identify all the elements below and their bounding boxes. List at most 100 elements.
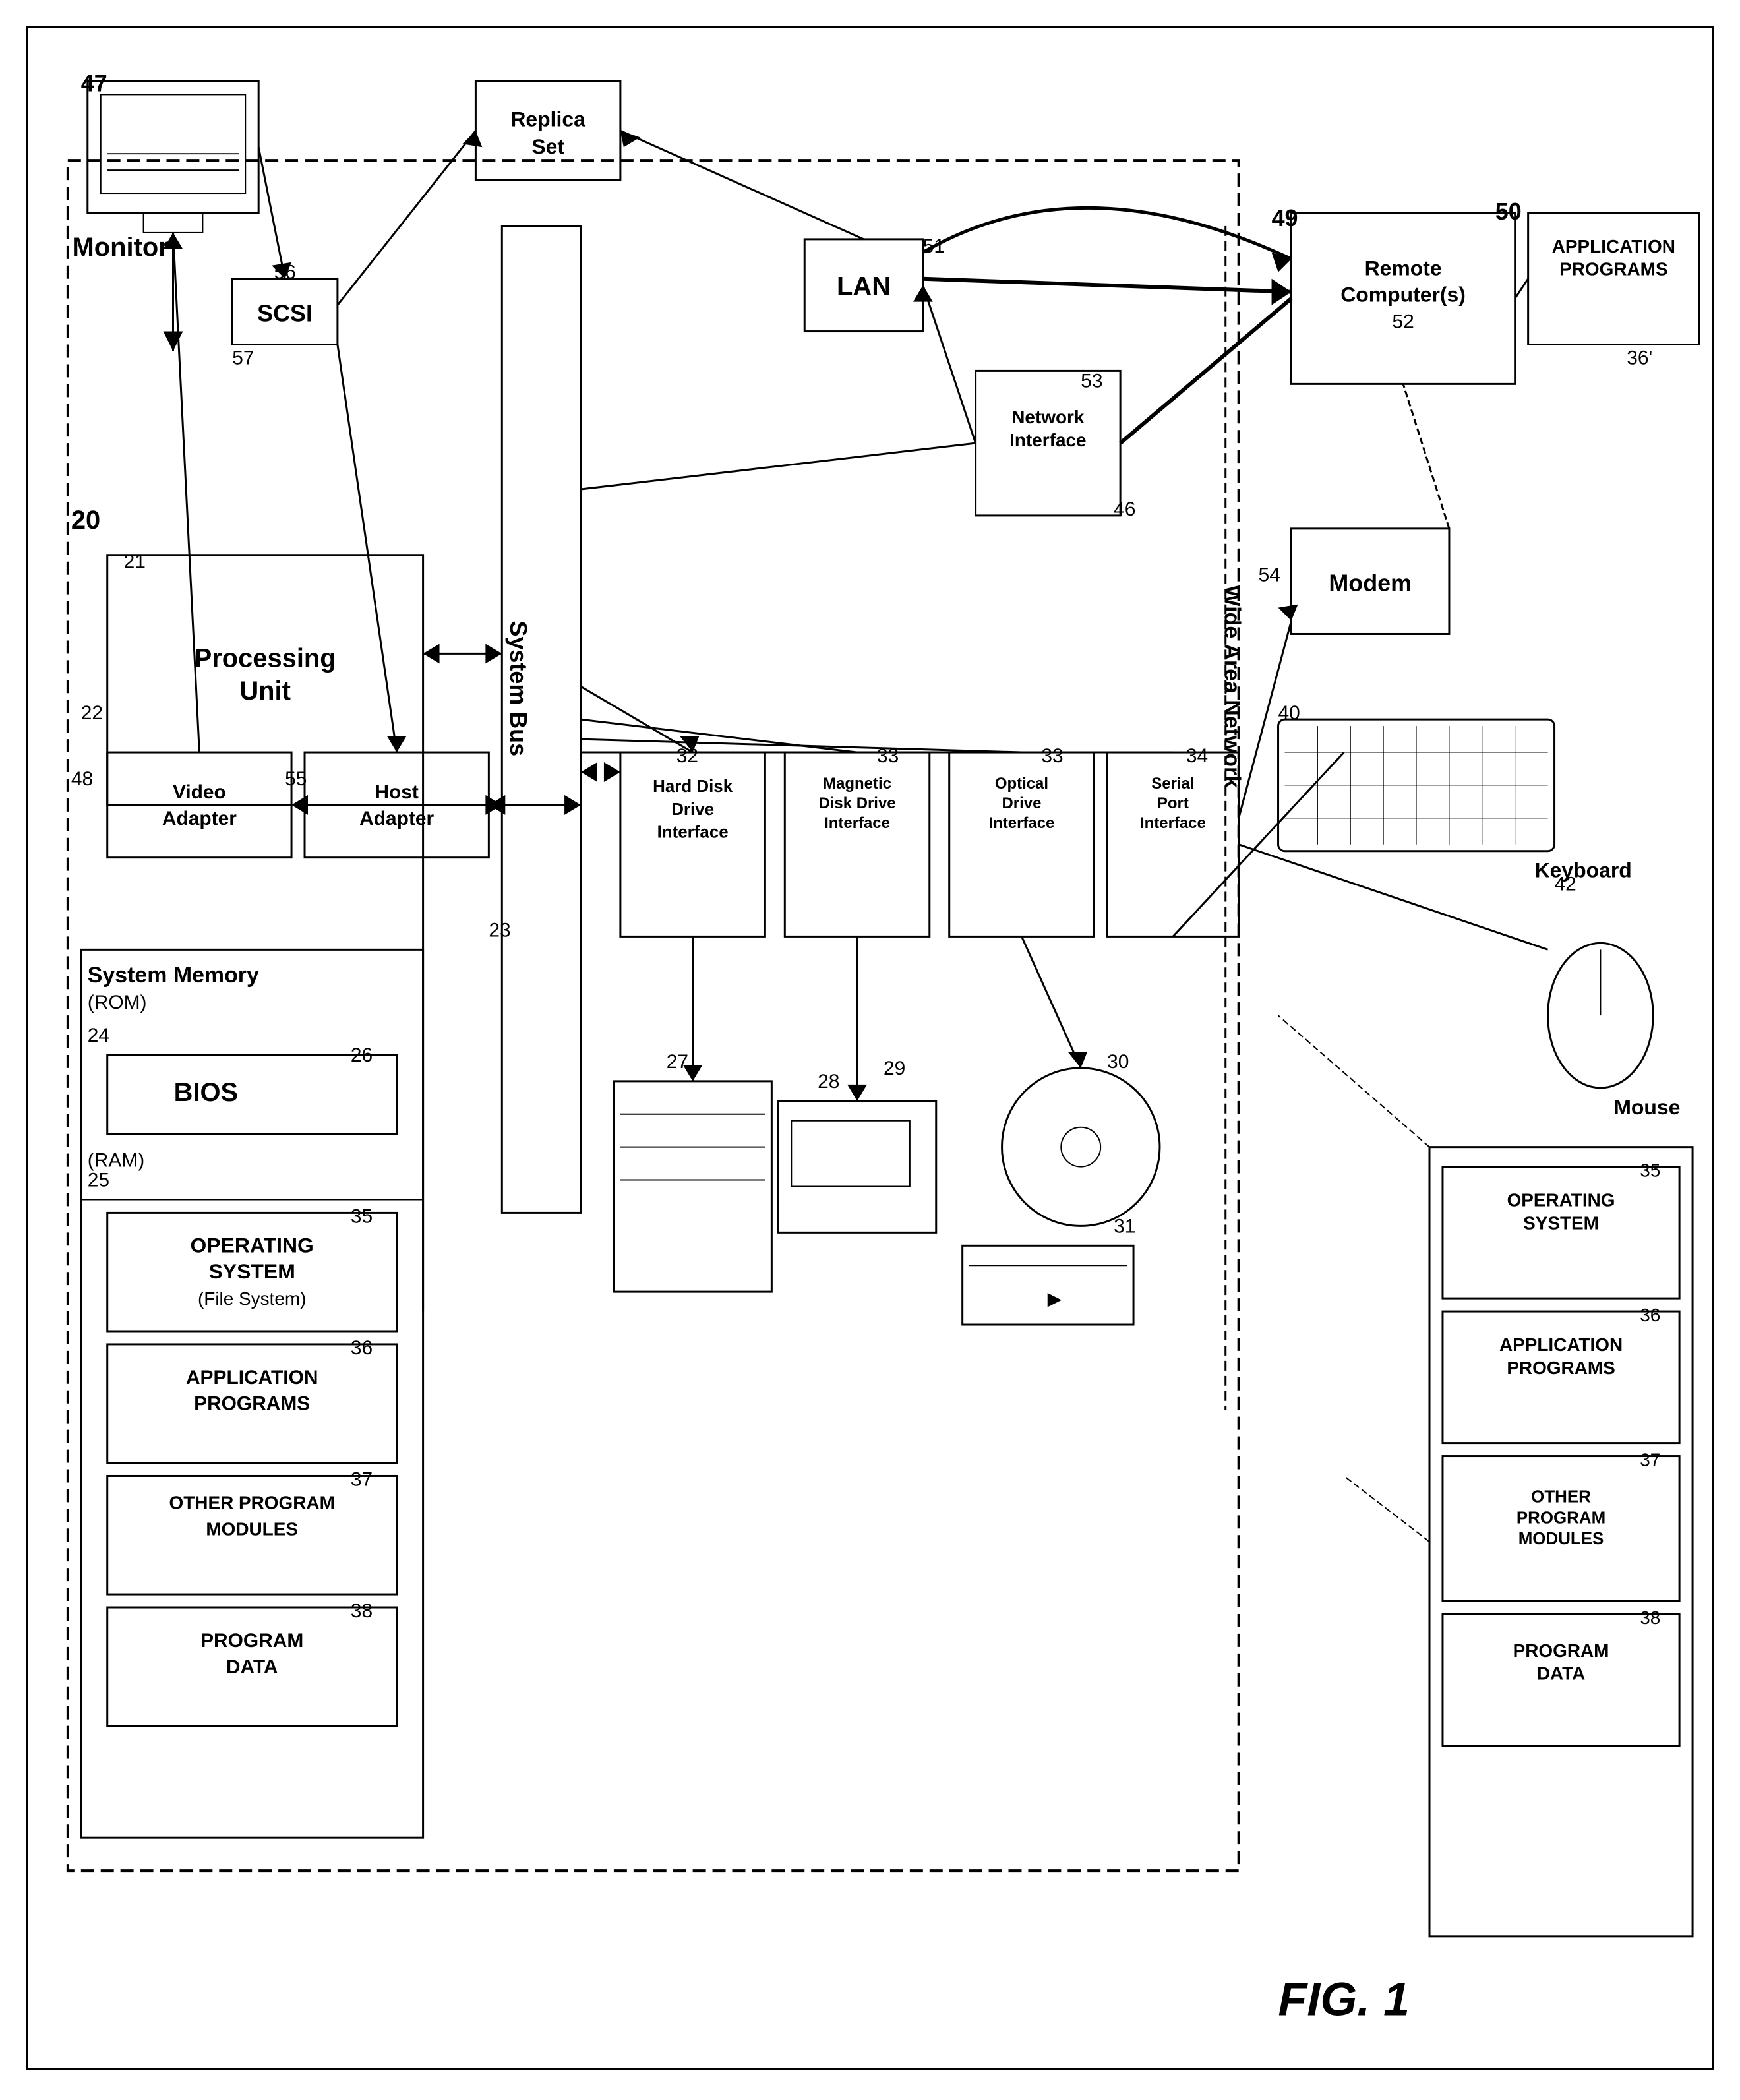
wan-label: Wide Area Network [1220,585,1245,789]
net-to-remote-line [1120,299,1291,443]
hdd-bus-arrowhead [604,762,620,782]
video-to-monitor-line [173,233,199,752]
floppy-inner [791,1121,910,1187]
serial-modem-arrow [1278,605,1298,621]
ref-33b: 33 [1041,745,1063,767]
video-adapter-label-2: Adapter [162,808,237,829]
remote-label-1: Remote [1365,256,1442,280]
video-bus-arrow-l [291,795,308,815]
right-app-label-2: PROGRAMS [1507,1358,1615,1378]
optical-label-3: Interface [989,814,1055,832]
bus-to-opt-line [581,739,1021,752]
ref-55: 55 [285,768,307,790]
os-label-1: OPERATING [191,1233,314,1257]
lan-replica-arrow [620,131,640,147]
ref-31: 31 [1114,1215,1135,1237]
right-optical-dashed [1344,1476,1429,1542]
processing-unit-label-2: Unit [239,676,291,705]
system-bus-label: System Bus [505,621,532,757]
magnetic-label-2: Disk Drive [818,795,895,812]
network-label-2: Interface [1009,430,1086,450]
optical-disc-inner [1061,1127,1100,1167]
os-label-3: (File System) [198,1288,306,1309]
ref-50: 50 [1495,198,1522,225]
replica-set-label-2: Set [531,135,564,158]
keyboard-label: Keyboard [1535,858,1632,882]
optical-drive-label: ▶ [1048,1288,1062,1309]
right-app-label-1: APPLICATION [1499,1335,1623,1355]
app-label-2: PROGRAMS [194,1393,310,1415]
ref-46: 46 [1114,498,1135,520]
ref-36prime: 36' [1627,347,1652,369]
pu-bus-arrow-l [423,644,440,663]
app-label-1: APPLICATION [186,1367,318,1389]
ref-37a: 37 [351,1468,373,1490]
other-label-2: MODULES [206,1518,298,1539]
serial-to-keyboard-line [1173,752,1344,936]
magnetic-label-1: Magnetic [823,775,891,793]
processing-unit-label-1: Processing [195,644,336,673]
system-memory-rom: (ROM) [88,992,147,1013]
bus-to-network-line [581,443,976,489]
bus-to-mag-line [581,719,857,752]
serial-label-2: Port [1157,795,1189,812]
monitor-to-scsi [258,147,285,279]
ref-28: 28 [818,1071,839,1093]
ref-25: 25 [88,1170,109,1191]
optical-disc-outer [1002,1068,1160,1226]
app-remote-label-1: APPLICATION [1552,236,1675,256]
ref-57: 57 [232,347,254,369]
diagram-container: FIG. 1 20 System Memory (ROM) 24 BIOS 26… [26,26,1714,2070]
hdd-label-2: Drive [671,800,714,819]
right-other-label-3: MODULES [1518,1530,1604,1548]
ref-20: 20 [71,506,100,535]
monitor-label: Monitor [73,233,169,262]
optical-drive-box [963,1245,1133,1325]
right-ref-36: 36 [1640,1305,1660,1325]
prog-data-label-2: DATA [226,1656,278,1678]
bios-box [107,1055,397,1134]
host-bus-arrow-r [564,795,581,815]
pu-bus-arrow-r [485,644,502,663]
ref-53: 53 [1081,370,1102,392]
network-to-lan-line [923,285,976,443]
ram-label: (RAM) [88,1150,144,1172]
monitor-arrow [164,332,183,351]
magnetic-label-3: Interface [824,814,890,832]
ref-38a: 38 [351,1600,373,1622]
modem-to-remote-line [1403,384,1449,528]
optical-label-1: Optical [995,775,1048,793]
remote-label-2: Computer(s) [1340,283,1466,307]
right-prog-label-2: DATA [1537,1664,1585,1684]
lan-to-remote-line [923,279,1292,292]
host-adapter-label-1: Host [375,781,418,803]
scsi-to-replica-line [338,131,476,305]
network-label-1: Network [1011,407,1085,427]
ref-49: 49 [1272,204,1298,231]
prog-data-label-1: PROGRAM [200,1630,303,1652]
hdd-to-drive-arrow [683,1065,703,1081]
right-other-box [1443,1456,1679,1601]
lan-label: LAN [837,272,891,301]
ref-27: 27 [667,1051,688,1073]
ref-30: 30 [1107,1051,1129,1073]
video-bus-arrow-r [485,795,502,815]
lan-to-replica-line [620,131,864,239]
right-os-label-1: OPERATING [1507,1189,1615,1210]
other-label-1: OTHER PROGRAM [169,1492,335,1513]
serial-to-mouse-line [1239,845,1548,950]
ref-36a: 36 [351,1337,373,1359]
ref-22: 22 [81,702,103,724]
ref-23: 23 [489,919,510,941]
hdd-label-1: Hard Disk [653,777,733,796]
network-lan-arrow [913,285,933,302]
system-memory-label: System Memory [88,963,259,988]
video-adapter-label-1: Video [173,781,226,803]
scsi-label: SCSI [257,300,313,327]
serial-label-1: Serial [1151,775,1194,793]
opt-if-to-disc-line [1021,936,1081,1068]
monitor-screen [101,94,245,193]
right-os-label-2: SYSTEM [1523,1213,1599,1233]
bios-label: BIOS [174,1078,239,1107]
right-col-dashed [1278,1015,1429,1147]
